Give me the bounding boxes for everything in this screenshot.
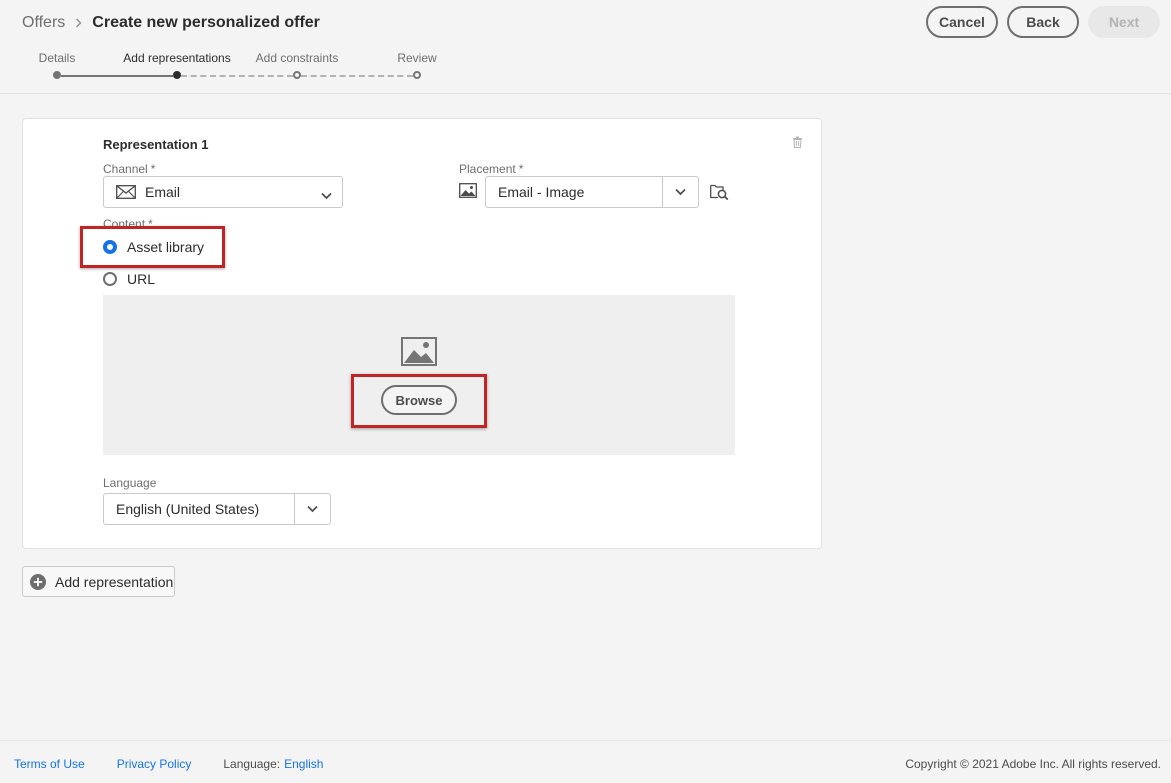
next-button[interactable]: Next	[1088, 6, 1160, 38]
add-representation-label: Add representation	[55, 573, 174, 590]
channel-picker[interactable]: Email	[103, 176, 343, 208]
placement-picker[interactable]: Email - Image	[485, 176, 699, 208]
step-connector	[181, 75, 293, 77]
image-icon	[459, 183, 477, 203]
page-footer: Terms of Use Privacy Policy Language: En…	[0, 740, 1171, 783]
step-details-label: Details	[38, 51, 76, 65]
placement-label-text: Placement	[459, 162, 516, 176]
image-placeholder-icon	[401, 337, 437, 371]
footer-language-caption: Language:	[223, 757, 281, 771]
language-value: English (United States)	[116, 501, 260, 517]
breadcrumb: Offers Create new personalized offer	[22, 13, 320, 33]
language-picker[interactable]: English (United States)	[103, 493, 331, 525]
placement-search-icon[interactable]	[710, 183, 729, 205]
step-review-dot	[413, 71, 421, 79]
highlight-box-asset-library	[80, 226, 225, 268]
placement-dropdown-button[interactable]	[662, 177, 698, 207]
chevron-right-icon	[75, 18, 82, 28]
copyright-text: Copyright © 2021 Adobe Inc. All rights r…	[905, 757, 1161, 771]
channel-value: Email	[145, 184, 181, 200]
language-field-label: Language	[103, 476, 157, 490]
page-title: Create new personalized offer	[92, 14, 320, 31]
highlight-box-browse	[351, 374, 487, 428]
header-actions: Cancel Back Next	[926, 6, 1160, 38]
required-marker: *	[518, 162, 524, 176]
language-dropdown-button[interactable]	[294, 494, 330, 524]
step-connector	[61, 75, 173, 77]
add-circle-icon	[30, 573, 46, 590]
chevron-down-icon	[321, 187, 332, 203]
radio-url-label: URL	[127, 271, 156, 287]
step-add-constraints-label: Add constraints	[255, 51, 339, 65]
step-review-label: Review	[397, 51, 437, 65]
chevron-down-icon	[675, 188, 686, 196]
radio-unselected-icon[interactable]	[103, 272, 117, 286]
channel-label-text: Channel	[103, 162, 148, 176]
step-connector	[301, 75, 413, 77]
radio-url[interactable]: URL	[103, 271, 155, 287]
step-details-dot	[53, 71, 61, 79]
footer-links: Terms of Use Privacy Policy Language: En…	[14, 757, 323, 771]
step-add-constraints-dot	[293, 71, 301, 79]
representation-card: Representation 1 Channel * Email Placemen…	[22, 118, 822, 549]
channel-field-label: Channel *	[103, 162, 155, 176]
step-add-representations-dot	[173, 71, 181, 79]
page-header: Offers Create new personalized offer Can…	[0, 0, 1171, 94]
back-button[interactable]: Back	[1007, 6, 1079, 38]
breadcrumb-offers-link[interactable]: Offers	[22, 14, 65, 32]
required-marker: *	[150, 162, 156, 176]
mail-icon	[116, 185, 136, 199]
privacy-policy-link[interactable]: Privacy Policy	[117, 757, 192, 771]
placement-field-label: Placement *	[459, 162, 523, 176]
step-add-representations-label: Add representations	[123, 51, 231, 65]
representation-title: Representation 1	[103, 137, 209, 152]
add-representation-button[interactable]: Add representation	[22, 566, 175, 597]
trash-icon[interactable]	[792, 135, 803, 153]
cancel-button[interactable]: Cancel	[926, 6, 998, 38]
footer-language-link[interactable]: English	[284, 757, 323, 771]
step-indicator: Details Add representations Add constrai…	[0, 50, 460, 82]
chevron-down-icon	[307, 505, 318, 513]
terms-of-use-link[interactable]: Terms of Use	[14, 757, 85, 771]
placement-value: Email - Image	[498, 184, 585, 200]
